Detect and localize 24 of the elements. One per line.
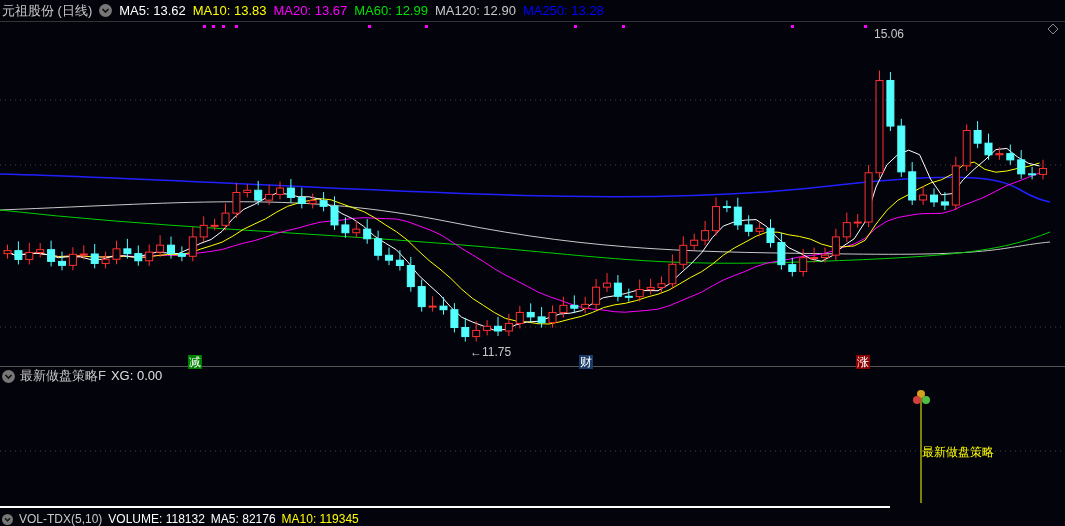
collapse-icon[interactable] bbox=[2, 513, 13, 525]
collapse-icon[interactable] bbox=[99, 3, 113, 17]
collapse-icon[interactable] bbox=[2, 369, 15, 383]
signal-marker: 财 bbox=[579, 354, 593, 369]
indicator-title: 最新做盘策略F bbox=[20, 367, 106, 386]
volume-reading: VOL-TDX(5,10) bbox=[19, 513, 103, 526]
volume-reading: MA5: 82176 bbox=[210, 513, 276, 526]
diamond-icon[interactable] bbox=[1047, 23, 1059, 35]
indicator-reading: MA10: 13.83 bbox=[192, 1, 267, 20]
indicator-reading: MA5: 13.62 bbox=[119, 1, 186, 20]
indicator-value: XG: 0.00 bbox=[110, 367, 163, 386]
volume-reading: MA10: 119345 bbox=[281, 513, 359, 526]
volume-reading: VOLUME: 118132 bbox=[108, 513, 205, 526]
indicator-reading: MA250: 13.28 bbox=[522, 1, 604, 20]
stock-title: 元祖股份 (日线) bbox=[2, 1, 93, 20]
indicator-reading: MA20: 13.67 bbox=[273, 1, 348, 20]
low-price-label: ←11.75 bbox=[470, 343, 512, 361]
signal-marker: 涨 bbox=[856, 354, 870, 369]
indicator-reading: MA60: 12.99 bbox=[354, 1, 428, 20]
signal-balls-icon bbox=[913, 390, 930, 405]
signal-label: 最新做盘策略 bbox=[922, 444, 994, 462]
signal-marker: 减 bbox=[188, 354, 202, 369]
high-price-label: 15.06 bbox=[874, 25, 905, 43]
indicator-reading: MA120: 12.90 bbox=[434, 1, 516, 20]
